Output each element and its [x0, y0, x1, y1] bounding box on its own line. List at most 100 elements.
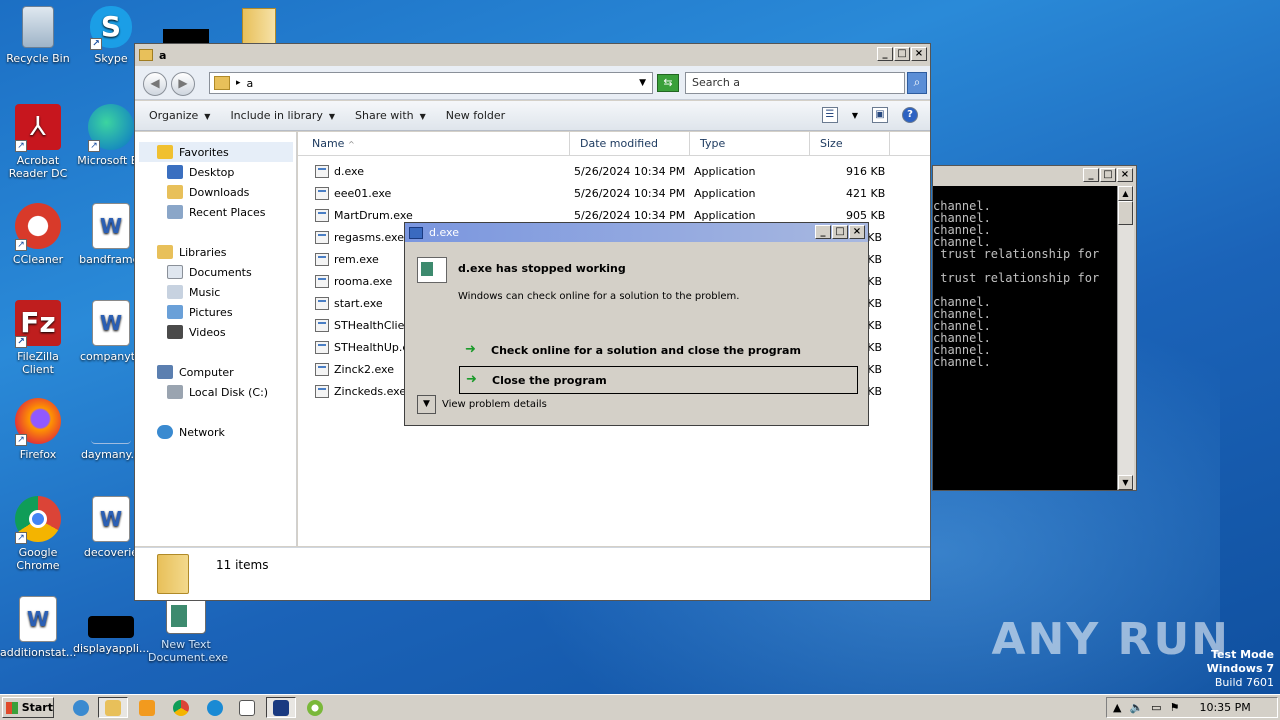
nav-item-network[interactable]: Network — [157, 425, 225, 439]
taskbar-media-player[interactable] — [132, 697, 162, 718]
start-button[interactable]: Start — [2, 697, 54, 718]
maximize-button[interactable]: □ — [1100, 168, 1116, 182]
desktop-icon-chrome[interactable]: ↗ Google Chrome — [0, 496, 76, 572]
desktop-icon-additionstat[interactable]: W additionstat... — [0, 596, 76, 659]
address-box[interactable]: ▸ a ▼ — [209, 72, 653, 94]
taskbar-ie[interactable] — [66, 697, 96, 718]
clock[interactable]: 10:35 PM — [1199, 701, 1250, 714]
folder-icon — [214, 76, 230, 90]
column-name[interactable]: Name ^ — [302, 132, 570, 156]
minimize-button[interactable]: _ — [815, 225, 831, 239]
desktop-icon-acrobat[interactable]: ⅄ ↗ Acrobat Reader DC — [0, 104, 76, 180]
back-button[interactable]: ◀ — [143, 72, 167, 96]
search-icon[interactable]: ⌕ — [907, 72, 927, 94]
nav-item-computer[interactable]: Computer — [157, 365, 234, 379]
help-icon[interactable]: ? — [902, 107, 918, 123]
search-input[interactable]: Search a — [685, 72, 905, 94]
taskbar-sthealth[interactable] — [300, 697, 330, 718]
test-mode-label: Test Mode Windows 7 Build 7601 — [1206, 648, 1274, 689]
scroll-thumb[interactable] — [1118, 201, 1133, 225]
organize-button[interactable]: Organize ▼ — [149, 109, 210, 122]
tray-expand-icon[interactable]: ▲ — [1113, 701, 1121, 714]
maximize-button[interactable]: □ — [894, 47, 910, 61]
taskbar-dexe[interactable] — [266, 697, 296, 718]
dialog-titlebar[interactable]: d.exe — [405, 223, 868, 242]
anyrun-watermark: ANY RUN — [991, 614, 1230, 665]
file-type: Application — [694, 209, 756, 222]
network-tray-icon[interactable]: ▭ — [1151, 701, 1161, 714]
table-row[interactable]: d.exe 5/26/2024 10:34 PM Application 916 KB — [298, 161, 930, 183]
nav-item-downloads[interactable]: Downloads — [167, 185, 249, 199]
desktop-icon-displayappli[interactable]: displayappli... — [73, 596, 149, 655]
breadcrumb[interactable]: a — [247, 77, 254, 90]
column-type[interactable]: Type — [690, 132, 810, 156]
breadcrumb-arrow-icon[interactable]: ▸ — [236, 78, 241, 88]
nav-item-desktop[interactable]: Desktop — [167, 165, 234, 179]
nav-item-documents[interactable]: Documents — [167, 265, 252, 279]
dialog-heading: d.exe has stopped working — [458, 262, 626, 275]
nav-item-recent-places[interactable]: Recent Places — [167, 205, 266, 219]
chevron-down-icon[interactable]: ▼ — [639, 78, 646, 88]
file-size: 916 KB — [846, 165, 886, 178]
check-online-button[interactable]: ➜ Check online for a solution and close … — [459, 336, 858, 364]
file-name: Zinck2.exe — [334, 363, 394, 376]
blank-file-icon — [91, 398, 131, 444]
desktop-icon-filezilla[interactable]: Fz ↗ FileZilla Client — [0, 300, 76, 376]
table-row[interactable]: eee01.exe 5/26/2024 10:34 PM Application 42… — [298, 183, 930, 205]
column-date-modified[interactable]: Date modified — [570, 132, 690, 156]
taskbar-edge[interactable] — [200, 697, 230, 718]
chevron-down-icon[interactable]: ▼ — [417, 395, 436, 414]
exe-file-icon — [315, 341, 329, 354]
flag-icon[interactable]: ⚑ — [1170, 701, 1180, 714]
preview-pane-icon[interactable]: ▣ — [872, 107, 888, 123]
view-options-icon[interactable]: ☰ — [821, 107, 838, 123]
console-scrollbar[interactable]: ▲ ▼ — [1117, 186, 1134, 490]
scroll-down-button[interactable]: ▼ — [1118, 475, 1133, 490]
exe-file-icon — [315, 363, 329, 376]
column-size[interactable]: Size — [810, 132, 890, 156]
minimize-button[interactable]: _ — [1083, 168, 1099, 182]
file-name: eee01.exe — [334, 187, 392, 200]
nav-item-local-disk[interactable]: Local Disk (C:) — [167, 385, 268, 399]
videos-icon — [167, 325, 183, 339]
close-button[interactable]: × — [849, 225, 865, 239]
exe-file-icon — [315, 187, 329, 200]
desktop-icon-recycle-bin[interactable]: Recycle Bin — [0, 6, 76, 65]
new-folder-button[interactable]: New folder — [446, 109, 505, 122]
desktop-icon-ccleaner[interactable]: ↗ CCleaner — [0, 203, 76, 266]
nav-item-libraries[interactable]: Libraries — [157, 245, 227, 259]
volume-icon[interactable]: 🔈 — [1129, 701, 1143, 714]
forward-button[interactable]: ▶ — [171, 72, 195, 96]
file-name: rooma.exe — [334, 275, 393, 288]
include-in-library-button[interactable]: Include in library ▼ — [230, 109, 335, 122]
maximize-button[interactable]: □ — [832, 225, 848, 239]
scroll-up-button[interactable]: ▲ — [1118, 186, 1133, 201]
nav-item-pictures[interactable]: Pictures — [167, 305, 233, 319]
close-program-button[interactable]: ➜ Close the program — [459, 366, 858, 394]
close-button[interactable]: × — [1117, 168, 1133, 182]
desktop-icon-new-text-document[interactable]: New Text Document.exe — [148, 596, 228, 664]
nav-item-favorites[interactable]: Favorites — [157, 145, 229, 159]
nav-item-music[interactable]: Music — [167, 285, 220, 299]
exe-file-icon — [315, 275, 329, 288]
chevron-down-icon[interactable]: ▼ — [852, 111, 858, 120]
console-window-buttons: _ □ × — [1083, 168, 1133, 182]
command-bar: Organize ▼ Include in library ▼ Share with… — [135, 101, 930, 131]
taskbar-explorer[interactable] — [98, 697, 128, 718]
navigation-pane: Favorites Desktop Downloads Recent Place… — [135, 132, 297, 546]
file-name: Zinckeds.exe — [334, 385, 407, 398]
minimize-button[interactable]: _ — [877, 47, 893, 61]
taskbar-chrome[interactable] — [166, 697, 196, 718]
refresh-button[interactable]: ⇆ — [657, 74, 679, 92]
explorer-titlebar[interactable]: a — [135, 44, 930, 66]
folder-icon[interactable] — [242, 8, 276, 44]
green-arrow-icon: ➜ — [466, 372, 477, 387]
desktop-icon-firefox[interactable]: ↗ Firefox — [0, 398, 76, 461]
exe-file-icon — [315, 165, 329, 178]
close-button[interactable]: × — [911, 47, 927, 61]
nav-item-videos[interactable]: Videos — [167, 325, 226, 339]
share-with-button[interactable]: Share with ▼ — [355, 109, 426, 122]
taskbar-console[interactable] — [232, 697, 262, 718]
view-problem-details-toggle[interactable]: ▼ View problem details — [417, 395, 547, 414]
folder-icon — [105, 699, 121, 716]
